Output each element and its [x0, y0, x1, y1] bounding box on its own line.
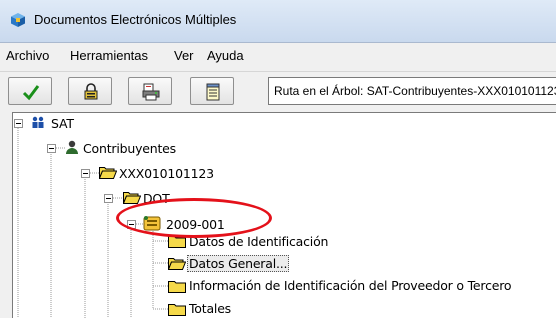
- tree-node-dot[interactable]: DOT: [143, 191, 170, 206]
- app-window: Documentos Electrónicos Múltiples Archiv…: [0, 0, 556, 318]
- notepad-icon: [206, 83, 220, 101]
- notes-button[interactable]: [190, 77, 234, 105]
- folder-open-icon: [99, 167, 117, 179]
- checkmark-icon: [22, 85, 40, 101]
- folder-open-icon: [123, 192, 141, 204]
- document-print-icon: [142, 83, 160, 101]
- document-tree[interactable]: SAT Contribuyentes XXX010101123 DOT 2009…: [12, 112, 556, 318]
- menu-bar: Archivo Herramientas Ver Ayuda: [0, 43, 556, 69]
- folder-open-icon: [168, 258, 186, 270]
- expander-folio[interactable]: [127, 220, 136, 229]
- title-bar[interactable]: Documentos Electrónicos Múltiples: [0, 0, 556, 43]
- menu-archivo[interactable]: Archivo: [6, 48, 49, 63]
- tree-node-sat[interactable]: SAT: [51, 116, 74, 131]
- menu-ver[interactable]: Ver: [174, 48, 194, 63]
- folder-closed-icon: [168, 281, 186, 293]
- person-icon: [66, 140, 78, 154]
- tree-node-contribuyentes[interactable]: Contribuyentes: [83, 141, 176, 156]
- tree-node-totales[interactable]: Totales: [189, 301, 231, 316]
- sat-people-icon: [32, 116, 44, 128]
- lock-button[interactable]: [68, 77, 112, 105]
- window-title: Documentos Electrónicos Múltiples: [34, 12, 237, 27]
- folder-closed-icon: [168, 304, 186, 316]
- menu-herramientas[interactable]: Herramientas: [70, 48, 148, 63]
- tree-node-rfc[interactable]: XXX010101123: [119, 166, 214, 181]
- expander-contribuyentes[interactable]: [47, 144, 56, 153]
- expander-sat[interactable]: [14, 119, 23, 128]
- toolbar: Ruta en el Árbol: SAT-Contribuyentes-XXX…: [0, 71, 556, 110]
- tree-node-folio[interactable]: 2009-001: [166, 217, 225, 232]
- lock-icon: [84, 83, 98, 100]
- folder-closed-icon: [168, 236, 186, 248]
- menu-ayuda[interactable]: Ayuda: [207, 48, 244, 63]
- tree-node-informacion-proveedor[interactable]: Información de Identificación del Provee…: [189, 278, 512, 293]
- app-cube-icon: [11, 13, 25, 27]
- tree-node-datos-general[interactable]: Datos General...: [187, 255, 290, 272]
- document-set-icon: [143, 216, 161, 231]
- expander-dot[interactable]: [104, 194, 113, 203]
- tree-path-field[interactable]: Ruta en el Árbol: SAT-Contribuyentes-XXX…: [268, 77, 556, 105]
- accept-button[interactable]: [8, 77, 52, 105]
- expander-rfc[interactable]: [81, 169, 90, 178]
- tree-node-datos-identificacion[interactable]: Datos de Identificación: [189, 234, 328, 249]
- print-button[interactable]: [128, 77, 172, 105]
